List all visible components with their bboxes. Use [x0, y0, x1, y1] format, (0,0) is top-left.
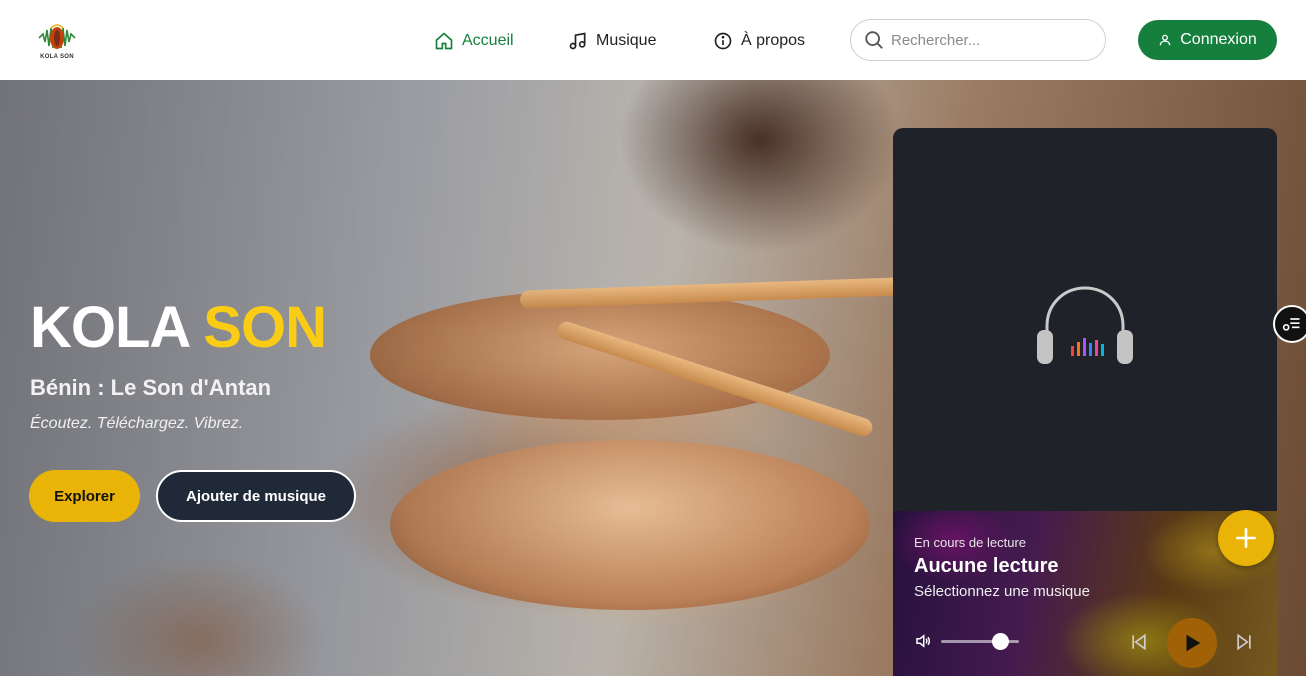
info-icon	[714, 32, 732, 50]
play-icon	[1186, 634, 1201, 652]
search-box	[850, 19, 1106, 61]
volume-slider-thumb[interactable]	[991, 633, 1009, 650]
top-header: KOLA SON Accueil Musique À propos Recher…	[0, 0, 1306, 80]
play-button[interactable]	[1167, 618, 1217, 668]
volume-icon[interactable]	[914, 632, 932, 650]
add-music-button[interactable]: Ajouter de musique	[156, 470, 356, 522]
playlist-icon	[1282, 318, 1300, 331]
search-input[interactable]	[891, 31, 1091, 49]
nav-about-label: À propos	[741, 32, 806, 49]
hero-title-main: KOLA	[30, 295, 189, 360]
hero-title: KOLA SON	[30, 294, 327, 361]
hero-section: KOLA SON Bénin : Le Son d'Antan Écoutez.…	[0, 80, 1306, 676]
music-player-card: En cours de lecture Aucune lecture Sélec…	[893, 128, 1277, 676]
explore-button[interactable]: Explorer	[29, 470, 140, 522]
login-button[interactable]: Connexion	[1138, 20, 1277, 60]
now-playing-label: En cours de lecture	[914, 535, 1027, 550]
nav-about[interactable]: À propos	[713, 28, 805, 54]
plus-icon	[1236, 528, 1256, 548]
next-track-icon[interactable]	[1234, 632, 1254, 652]
volume-slider[interactable]	[941, 633, 1019, 650]
add-floating-button[interactable]	[1218, 510, 1274, 566]
hero-tagline: Écoutez. Téléchargez. Vibrez.	[30, 415, 244, 432]
previous-track-icon[interactable]	[1129, 632, 1149, 652]
player-artwork	[893, 128, 1277, 511]
logo-text: KOLA SON	[40, 54, 74, 60]
track-subtitle: Sélectionnez une musique	[914, 583, 1090, 600]
logo-mark-icon	[38, 24, 76, 49]
headphones-icon	[1037, 286, 1133, 364]
hero-title-accent: SON	[203, 295, 327, 360]
nav-music-label: Musique	[596, 32, 657, 49]
home-icon	[435, 32, 453, 50]
nav-music[interactable]: Musique	[568, 28, 656, 54]
user-icon	[1159, 34, 1171, 46]
login-button-label: Connexion	[1180, 31, 1257, 48]
track-title: Aucune lecture	[914, 555, 1059, 577]
nav-home[interactable]: Accueil	[434, 28, 514, 54]
nav-home-label: Accueil	[462, 32, 514, 49]
search-icon	[865, 31, 883, 49]
queue-toggle-button[interactable]	[1273, 305, 1306, 343]
hero-subtitle: Bénin : Le Son d'Antan	[30, 375, 272, 400]
logo[interactable]: KOLA SON	[30, 14, 84, 66]
music-note-icon	[569, 32, 586, 50]
